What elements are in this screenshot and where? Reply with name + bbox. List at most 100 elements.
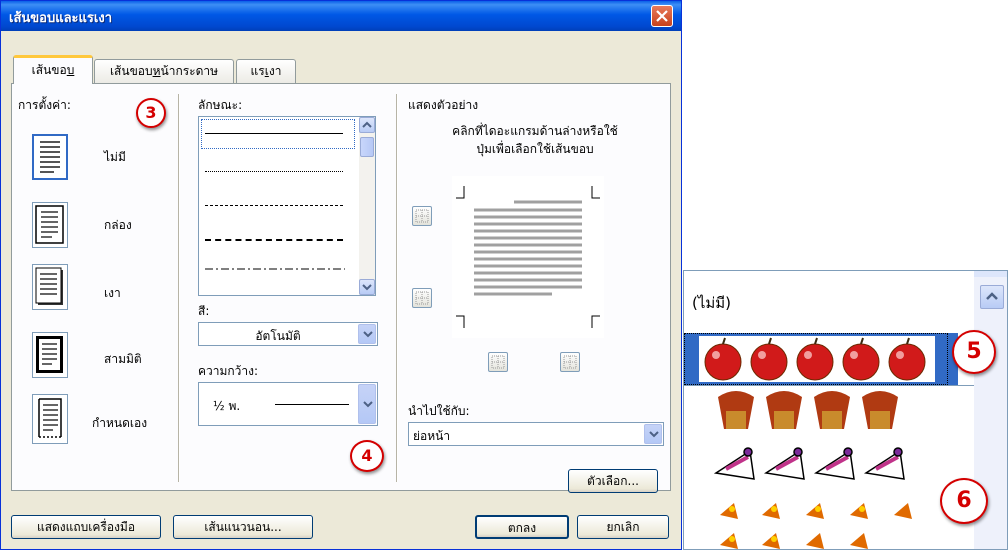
preset-custom[interactable] xyxy=(32,394,68,444)
chevron-up-icon xyxy=(362,121,372,128)
border-top-icon xyxy=(415,209,429,223)
title-bar[interactable]: เส้นขอบและแรเงา xyxy=(1,1,681,31)
tab-shading-label-rest: งา xyxy=(268,64,282,78)
preview-label: แสดงตัวอย่าง xyxy=(408,98,479,112)
width-line-sample xyxy=(275,404,349,405)
art-option-candy-corn[interactable] xyxy=(714,499,954,549)
style-option-dotted[interactable] xyxy=(205,171,343,172)
style-option-solid[interactable] xyxy=(205,133,343,134)
close-icon xyxy=(656,10,668,22)
apply-to-select[interactable]: ย่อหน้า xyxy=(408,422,664,446)
right-border-button[interactable] xyxy=(560,352,580,372)
options-button[interactable]: ตัวเลือก... xyxy=(568,469,658,493)
border-bottom-icon xyxy=(415,291,429,305)
style-label: ลักษณะ: xyxy=(198,98,243,112)
page-3d-icon xyxy=(36,336,63,373)
close-button[interactable] xyxy=(651,5,673,27)
top-border-button[interactable] xyxy=(412,206,432,226)
preset-3d-label: สามมิติ xyxy=(104,352,142,366)
border-style-list[interactable] xyxy=(198,116,376,296)
cake-slice-icon xyxy=(713,447,905,480)
page-custom-icon xyxy=(38,398,62,438)
art-row-divider xyxy=(684,385,974,386)
chevron-down-icon xyxy=(649,431,659,438)
dialog-title: เส้นขอบและแรเงา xyxy=(9,11,112,26)
style-option-dash-dot[interactable] xyxy=(205,267,345,271)
scroll-up-button[interactable] xyxy=(359,117,375,133)
apply-to-dropdown-button[interactable] xyxy=(644,424,662,444)
cupcake-icon xyxy=(718,391,898,429)
border-left-icon xyxy=(491,355,505,369)
cancel-button[interactable]: ยกเลิก xyxy=(577,515,669,539)
tab-shading[interactable]: แรเงา xyxy=(236,59,296,83)
borders-tab-panel: การตั้งค่า: ไม่มี กล่อง เงา สามมิติ กำหน… xyxy=(11,83,671,493)
annotation-marker-6: 6 xyxy=(940,478,988,524)
apple-icon xyxy=(704,337,926,381)
preview-hint-line1: คลิกที่ไดอะแกรมด้านล่างหรือใช้ xyxy=(452,124,618,138)
art-apples-strip xyxy=(699,336,935,382)
column-divider-2 xyxy=(396,94,398,482)
annotation-marker-4: 4 xyxy=(350,440,384,472)
color-select[interactable]: อัตโนมัติ xyxy=(198,322,378,346)
tab-borders[interactable]: เส้นขอบ xyxy=(13,55,93,84)
page-box-icon xyxy=(35,205,64,244)
settings-label: การตั้งค่า: xyxy=(18,98,71,112)
style-option-selected[interactable] xyxy=(201,119,355,149)
candy-corn-icon xyxy=(720,503,912,549)
preview-diagram[interactable] xyxy=(452,176,604,338)
preset-none-label: ไม่มี xyxy=(104,150,126,164)
chevron-down-icon xyxy=(362,284,372,291)
preset-3d[interactable] xyxy=(32,332,68,378)
style-option-dashed-small[interactable] xyxy=(205,205,343,206)
color-label: สี: xyxy=(198,304,210,318)
preset-shadow[interactable] xyxy=(32,264,68,310)
preview-hint-line2: ปุ่มเพื่อเลือกใช้เส้นขอบ xyxy=(476,142,594,156)
preset-box-label: กล่อง xyxy=(104,218,132,232)
apply-to-label: นำไปใช้กับ: xyxy=(408,404,470,418)
scroll-down-button[interactable] xyxy=(359,279,375,295)
bottom-border-button[interactable] xyxy=(412,288,432,308)
scroll-thumb[interactable] xyxy=(360,137,374,157)
preset-custom-label: กำหนดเอง xyxy=(92,416,148,430)
apply-to-value: ย่อหน้า xyxy=(413,429,451,443)
art-option-apples[interactable] xyxy=(684,333,948,385)
width-dropdown-button[interactable] xyxy=(358,384,376,424)
page-lines-icon xyxy=(40,141,60,173)
style-list-scrollbar[interactable] xyxy=(359,117,375,295)
tab-page-border[interactable]: เส้นขอบหน้ากระดาษ xyxy=(94,59,234,83)
preset-box[interactable] xyxy=(32,202,68,248)
annotation-marker-3: 3 xyxy=(136,98,166,128)
annotation-marker-5: 5 xyxy=(952,330,996,374)
art-scroll-up-button[interactable] xyxy=(980,285,1004,309)
preview-page-icon xyxy=(456,186,600,328)
left-border-button[interactable] xyxy=(488,352,508,372)
art-none-option[interactable]: (ไม่มี) xyxy=(692,291,731,315)
ok-button[interactable]: ตกลง xyxy=(475,515,569,539)
show-toolbar-button[interactable]: แสดงแถบเครื่องมือ xyxy=(11,515,161,539)
color-dropdown-button[interactable] xyxy=(358,324,376,344)
page-shadow-icon xyxy=(35,267,63,305)
tab-page-border-accesskey: ห xyxy=(152,64,161,78)
column-divider xyxy=(178,94,180,482)
preset-none[interactable] xyxy=(32,134,68,180)
art-scroll-thumb[interactable] xyxy=(974,271,1007,277)
tab-borders-accesskey: บ xyxy=(66,63,75,77)
tab-borders-label: เส้นขอ xyxy=(31,63,67,77)
chevron-down-icon xyxy=(363,331,373,338)
border-right-icon xyxy=(563,355,577,369)
chevron-up-icon xyxy=(986,292,998,300)
preset-shadow-label: เงา xyxy=(104,286,121,300)
horizontal-line-button[interactable]: เส้นแนวนอน... xyxy=(173,515,313,539)
chevron-down-icon xyxy=(363,401,373,408)
borders-shading-dialog: เส้นขอบและแรเงา เส้นขอบ เส้นขอบหน้ากระดา… xyxy=(0,0,682,550)
tab-page-border-label-rest: น้ากระดาษ xyxy=(160,64,219,78)
width-label: ความกว้าง: xyxy=(198,364,259,378)
color-value: อัตโนมัติ xyxy=(255,329,301,343)
art-option-cupcakes[interactable] xyxy=(714,389,954,437)
tab-shading-label: แร xyxy=(250,64,265,78)
art-option-cake-slices[interactable] xyxy=(713,443,954,495)
width-select[interactable]: ½ พ. xyxy=(198,382,378,426)
width-value: ½ พ. xyxy=(213,399,241,413)
style-option-dashed-large[interactable] xyxy=(205,239,343,241)
tab-page-border-label: เส้นขอบ xyxy=(109,64,153,78)
